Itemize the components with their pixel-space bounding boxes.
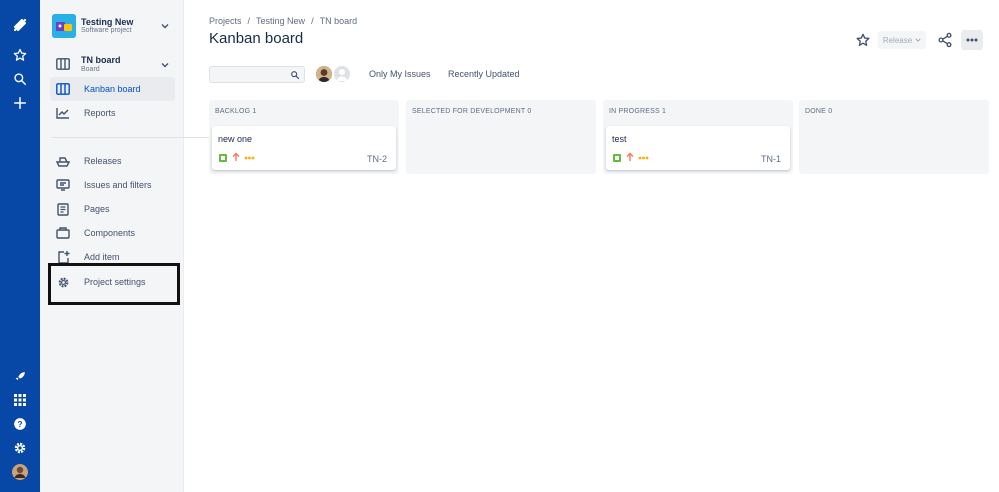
column-header: IN PROGRESS 1 — [609, 108, 667, 115]
issue-title: test — [612, 134, 627, 144]
star-icon[interactable] — [855, 32, 871, 48]
column-header: BACKLOG 1 — [215, 108, 257, 115]
board-column-selected-for-development: SELECTED FOR DEVELOPMENT 0 — [406, 100, 596, 174]
add-item-icon — [56, 250, 70, 264]
more-icon — [966, 38, 978, 42]
plus-icon[interactable] — [10, 93, 30, 113]
release-button-label: Release — [882, 35, 913, 45]
column-count: 0 — [527, 108, 532, 115]
avatar[interactable] — [315, 65, 333, 83]
settings-icon[interactable] — [10, 438, 30, 458]
project-switcher[interactable]: Testing New Software project — [52, 14, 178, 38]
sidebar-item-label: Reports — [84, 108, 116, 118]
sidebar-item-reports[interactable]: Reports — [50, 101, 175, 125]
star-icon[interactable] — [10, 45, 30, 65]
sidebar-item-issues-and-filters[interactable]: Issues and filters — [50, 173, 175, 197]
components-icon — [56, 226, 70, 240]
user-avatar[interactable] — [10, 462, 30, 482]
board-column-in-progress: IN PROGRESS 1 test TN-1 — [603, 100, 793, 174]
breadcrumb-board[interactable]: TN board — [320, 16, 358, 26]
board-name: TN board — [81, 55, 121, 65]
column-count: 0 — [828, 108, 833, 115]
chevron-down-icon — [161, 63, 169, 68]
avatar-unassigned[interactable] — [333, 65, 351, 83]
board-type: Board — [81, 66, 100, 73]
search-icon — [291, 71, 300, 80]
sidebar-item-label: Releases — [84, 156, 122, 166]
project-type: Software project — [81, 27, 132, 34]
board-switcher[interactable]: TN board Board — [52, 54, 178, 76]
only-my-issues-filter[interactable]: Only My Issues — [369, 69, 431, 79]
board-column-done: DONE 0 — [799, 100, 989, 174]
chevron-down-icon — [161, 24, 169, 29]
reports-icon — [56, 106, 70, 120]
sidebar-item-label: Add item — [84, 252, 120, 262]
project-avatar — [52, 14, 76, 38]
share-icon[interactable] — [937, 32, 953, 48]
issue-card[interactable]: new one TN-2 — [212, 126, 396, 170]
svg-text:?: ? — [18, 420, 23, 429]
sidebar-item-label: Kanban board — [84, 84, 141, 94]
jira-logo-icon[interactable] — [10, 15, 30, 35]
issue-key: TN-2 — [367, 154, 387, 164]
global-navigation: ? — [0, 0, 40, 492]
estimate-icon — [638, 156, 649, 160]
issue-key: TN-1 — [761, 154, 781, 164]
highlight-box — [48, 263, 180, 305]
sidebar-item-kanban-board[interactable]: Kanban board — [50, 77, 175, 101]
priority-high-icon — [626, 152, 634, 161]
breadcrumb-projects[interactable]: Projects — [209, 16, 242, 26]
pages-icon — [56, 202, 70, 216]
main-content: Projects / Testing New / TN board Kanban boa… — [185, 0, 999, 492]
app-switcher-icon[interactable] — [10, 390, 30, 410]
ship-icon — [56, 154, 70, 168]
recently-updated-filter[interactable]: Recently Updated — [448, 69, 520, 79]
board-search[interactable] — [209, 66, 305, 83]
issue-title: new one — [218, 134, 253, 144]
board-column-backlog: BACKLOG 1 new one TN-2 — [209, 100, 399, 174]
estimate-icon — [244, 156, 255, 160]
issues-icon — [56, 178, 70, 192]
help-icon[interactable]: ? — [10, 414, 30, 434]
project-sidebar: Testing New Software project TN board Bo… — [40, 0, 214, 492]
column-header: SELECTED FOR DEVELOPMENT 0 — [412, 108, 532, 115]
sidebar-item-releases[interactable]: Releases — [50, 149, 175, 173]
story-icon — [613, 154, 621, 162]
breadcrumb: Projects / Testing New / TN board — [209, 16, 358, 26]
column-count: 1 — [252, 108, 257, 115]
rocket-icon[interactable] — [10, 366, 30, 386]
sidebar-item-label: Pages — [84, 204, 110, 214]
sidebar-item-pages[interactable]: Pages — [50, 197, 175, 221]
board-icon — [56, 58, 70, 70]
page-title: Kanban board — [209, 30, 304, 47]
sidebar-item-components[interactable]: Components — [50, 221, 175, 245]
kanban-icon — [56, 82, 70, 96]
column-count: 1 — [661, 108, 667, 115]
priority-high-icon — [232, 152, 240, 161]
breadcrumb-project[interactable]: Testing New — [256, 16, 305, 26]
issue-card[interactable]: test TN-1 — [606, 126, 790, 170]
chevron-down-icon — [915, 38, 921, 42]
release-button[interactable]: Release — [878, 31, 926, 49]
more-actions-button[interactable] — [961, 30, 983, 50]
search-input[interactable] — [213, 69, 287, 81]
story-icon — [219, 154, 227, 162]
search-icon[interactable] — [10, 69, 30, 89]
column-header: DONE 0 — [805, 108, 833, 115]
project-name: Testing New — [81, 17, 134, 27]
sidebar-item-label: Components — [84, 228, 136, 238]
sidebar-item-label: Issues and filters — [84, 180, 152, 190]
